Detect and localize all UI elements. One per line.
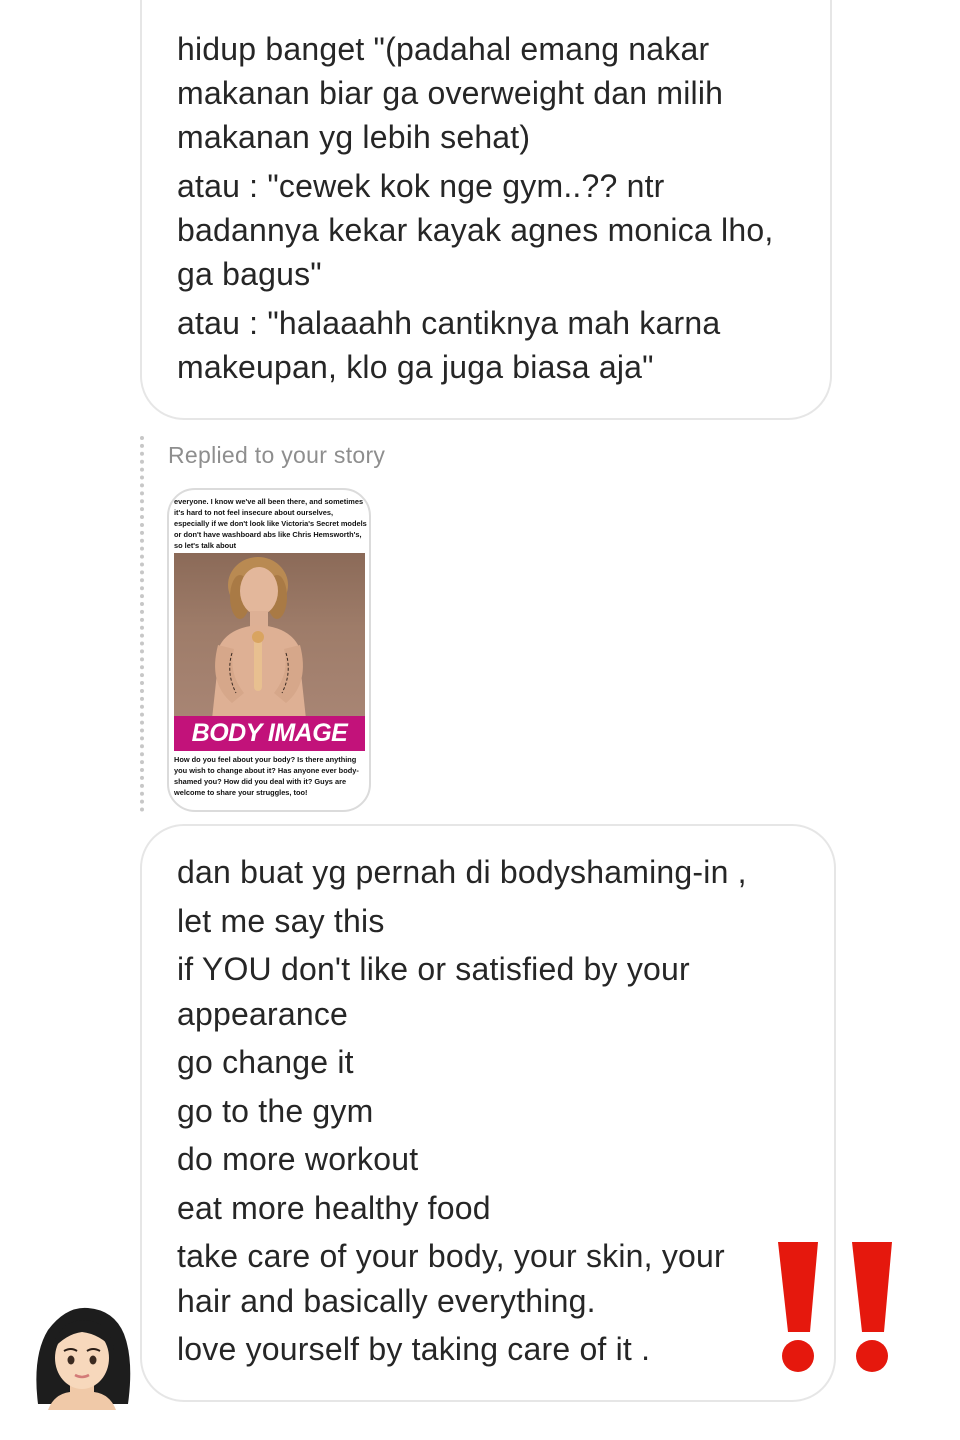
- message-line: atau : "cewek kok nge gym..?? ntr: [177, 168, 665, 204]
- message-line: go to the gym: [177, 1093, 374, 1129]
- message-line: eat more healthy food: [177, 1190, 491, 1226]
- message-line: take care of your body, your skin, your: [177, 1238, 725, 1274]
- message-line: let me say this: [177, 903, 385, 939]
- message-line: go change it: [177, 1044, 354, 1080]
- message-line: ga bagus": [177, 256, 322, 292]
- message-line: atau : "halaaahh cantiknya mah karna: [177, 305, 721, 341]
- message-line: makanan yg lebih sehat): [177, 119, 531, 155]
- message-line: dan buat yg pernah di bodyshaming-in ,: [177, 854, 747, 890]
- message-line: badannya kekar kayak agnes monica lho,: [177, 212, 774, 248]
- story-banner: BODY IMAGE: [174, 716, 365, 751]
- message-line: if YOU don't like or satisfied by your: [177, 951, 690, 987]
- message-line: makeupan, klo ga juga biasa aja": [177, 349, 654, 385]
- reply-label: Replied to your story: [168, 442, 386, 468]
- double-exclamation-icon: [778, 1242, 892, 1372]
- story-bottom-text: How do you feel about your body? Is ther…: [174, 755, 359, 797]
- message-line: do more workout: [177, 1141, 419, 1177]
- message-line: makanan biar ga overweight dan milih: [177, 75, 724, 111]
- message-line: hair and basically everything.: [177, 1283, 596, 1319]
- story-photo: [174, 553, 365, 719]
- message-line: love yourself by taking care of it .: [177, 1331, 651, 1367]
- reply-indicator-line: [140, 436, 144, 812]
- story-photo-figure: [212, 557, 306, 719]
- woman-emoji-icon[interactable]: [30, 1306, 134, 1410]
- story-preview[interactable]: everyone. I know we've all been there, a…: [167, 488, 371, 812]
- message-line: hidup banget "(padahal emang nakar: [177, 31, 710, 67]
- message-line: appearance: [177, 996, 349, 1032]
- story-top-text: everyone. I know we've all been there, a…: [174, 497, 367, 550]
